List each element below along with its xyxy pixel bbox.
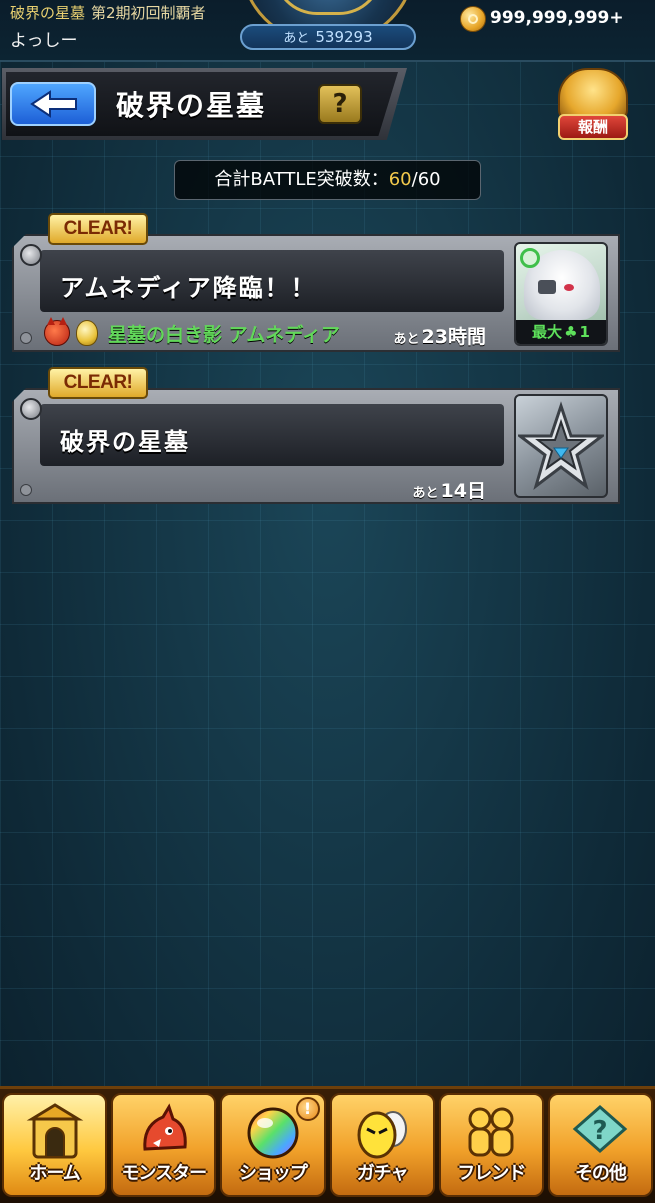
time-remaining-prefix: あと (393, 332, 420, 347)
username: よっしー (10, 31, 78, 51)
quest-name: アムネディア降臨！！ (60, 273, 317, 302)
nav-monster[interactable]: モンスター (111, 1093, 217, 1197)
nav-shop-label: ショップ (238, 1163, 308, 1184)
nav-other-label: その他 (574, 1163, 627, 1184)
clover-icon: ♣ (564, 323, 578, 341)
status-bar: 破界の星墓 第2期初回制覇者 よっしー あと 539293 999,999,999+ (0, 0, 655, 62)
player-title-prefix: 破界の星墓 (10, 4, 86, 22)
max-label: 最大 (532, 323, 563, 341)
svg-text:?: ? (593, 1116, 608, 1146)
time-remaining-value: 23時間 (421, 326, 486, 348)
nav-monster-label: モンスター (121, 1163, 207, 1184)
demon-boss-icon (44, 317, 70, 346)
quest-card[interactable]: 破界の星墓 あと 14日 (12, 388, 620, 504)
nav-gacha-label: ガチャ (356, 1163, 409, 1184)
bolt-icon (20, 398, 42, 420)
more-icon: ? (573, 1105, 628, 1153)
shop-notification-badge: ! (295, 1097, 320, 1121)
player-title: 破界の星墓 第2期初回制覇者 (10, 2, 206, 23)
clear-badge: CLEAR! (48, 367, 148, 399)
time-remaining: あと 14日 (413, 476, 486, 503)
time-remaining-value: 14日 (440, 480, 486, 502)
nav-gacha[interactable]: ガチャ (329, 1093, 435, 1197)
page-title: 破界の星墓 (116, 89, 267, 122)
total-max: /60 (411, 169, 441, 190)
light-element-icon (76, 320, 98, 346)
egg-icon (357, 1111, 408, 1159)
back-arrow-icon (30, 90, 77, 118)
nav-other[interactable]: ? その他 (547, 1093, 654, 1197)
total-label: 合計BATTLE突破数： (214, 169, 389, 190)
orb-icon (247, 1107, 299, 1159)
quest-name: 破界の星墓 (60, 427, 190, 456)
castle-icon (26, 1103, 83, 1159)
help-button[interactable]: ? (318, 84, 362, 124)
rank-emblem-ring (273, 0, 383, 15)
nav-friend-label: フレンド (457, 1163, 526, 1184)
next-rank-pill: あと 539293 (240, 24, 416, 50)
coin-amount: 999,999,999+ (490, 8, 624, 28)
max-luck-badge: 最大 ♣ 1 (516, 320, 606, 344)
nav-shop[interactable]: ! ショップ (220, 1093, 326, 1197)
bottom-nav: ホーム モンスター ! ショップ ガチャ フレンド ? その他 (0, 1086, 655, 1203)
reward-label: 報酬 (558, 114, 628, 140)
clear-badge: CLEAR! (48, 213, 148, 245)
nav-home-label: ホーム (29, 1163, 80, 1184)
quest-star-thumbnail (514, 394, 608, 498)
nav-home[interactable]: ホーム (2, 1093, 108, 1197)
silver-star-icon (518, 401, 604, 490)
boss-eye (564, 284, 574, 291)
quest-card[interactable]: アムネディア降臨！！ 星墓の白き影 アムネディア あと 23時間 最大 ♣ 1 (12, 234, 620, 352)
boss-eyepatch (538, 280, 556, 294)
back-button[interactable] (10, 82, 96, 126)
wood-element-icon (520, 248, 540, 268)
friends-icon (468, 1107, 514, 1157)
next-rank-value: 539293 (315, 28, 373, 46)
total-current: 60 (388, 169, 412, 190)
dragon-icon (143, 1103, 187, 1151)
player-title-suffix: 第2期初回制覇者 (91, 4, 206, 22)
coin-icon (460, 6, 486, 32)
total-battle-counter: 合計BATTLE突破数：60/60 (174, 160, 481, 200)
bolt-icon (20, 244, 42, 266)
time-remaining: あと 23時間 (394, 322, 486, 349)
reward-button[interactable]: 報酬 (554, 64, 634, 144)
boss-name: 星墓の白き影 アムネディア (108, 324, 340, 346)
max-value: 1 (579, 323, 590, 341)
nav-friend[interactable]: フレンド (438, 1093, 544, 1197)
time-remaining-prefix: あと (412, 486, 439, 501)
next-rank-label: あと (283, 31, 310, 46)
quest-boss-thumbnail: 最大 ♣ 1 (514, 242, 608, 346)
bolt-icon (20, 484, 32, 496)
bolt-icon (20, 332, 32, 344)
